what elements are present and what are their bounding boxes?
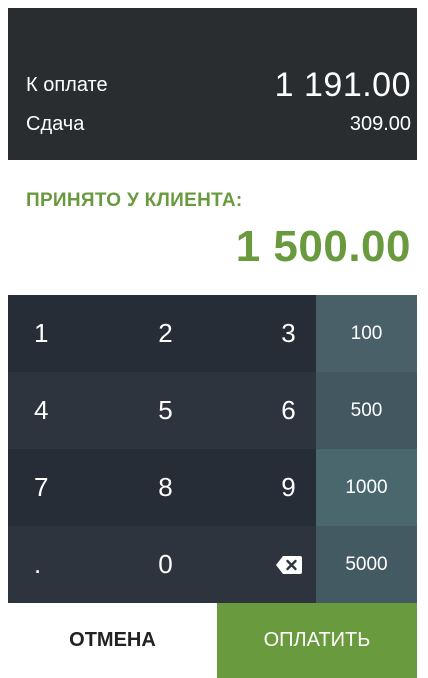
amount-due-row: К оплате 1 191.00 bbox=[26, 65, 411, 104]
key-7[interactable]: 7 bbox=[8, 449, 100, 526]
cancel-button[interactable]: ОТМЕНА bbox=[8, 603, 217, 678]
key-6[interactable]: 6 bbox=[217, 372, 316, 449]
preset-100-button[interactable]: 100 bbox=[316, 295, 417, 372]
key-1[interactable]: 1 bbox=[8, 295, 100, 372]
change-label: Сдача bbox=[26, 112, 85, 135]
change-row: Сдача 309.00 bbox=[26, 104, 411, 144]
action-bar: ОТМЕНА ОПЛАТИТЬ bbox=[8, 603, 417, 678]
key-0[interactable]: 0 bbox=[100, 526, 217, 603]
key-9[interactable]: 9 bbox=[217, 449, 316, 526]
received-panel: ПРИНЯТО У КЛИЕНТА: 1 500.00 bbox=[8, 160, 417, 295]
amount-due-value: 1 191.00 bbox=[274, 65, 411, 104]
received-label: ПРИНЯТО У КЛИЕНТА: bbox=[26, 190, 243, 211]
key-3[interactable]: 3 bbox=[217, 295, 316, 372]
pay-button[interactable]: ОПЛАТИТЬ bbox=[217, 603, 417, 678]
backspace-button[interactable] bbox=[217, 526, 316, 603]
numeric-keypad: 1 2 3 100 4 5 6 500 7 8 9 1000 . 0 5000 bbox=[8, 295, 417, 603]
totals-panel: К оплате 1 191.00 Сдача 309.00 bbox=[8, 8, 417, 160]
key-5[interactable]: 5 bbox=[100, 372, 217, 449]
preset-5000-button[interactable]: 5000 bbox=[316, 526, 417, 603]
key-2[interactable]: 2 bbox=[100, 295, 217, 372]
preset-500-button[interactable]: 500 bbox=[316, 372, 417, 449]
payment-screen: К оплате 1 191.00 Сдача 309.00 ПРИНЯТО У… bbox=[8, 8, 417, 678]
key-decimal[interactable]: . bbox=[8, 526, 100, 603]
change-value: 309.00 bbox=[349, 112, 411, 135]
amount-due-label: К оплате bbox=[26, 73, 108, 96]
backspace-icon bbox=[275, 555, 302, 574]
key-4[interactable]: 4 bbox=[8, 372, 100, 449]
received-amount-input[interactable]: 1 500.00 bbox=[26, 222, 411, 272]
preset-1000-button[interactable]: 1000 bbox=[316, 449, 417, 526]
key-8[interactable]: 8 bbox=[100, 449, 217, 526]
